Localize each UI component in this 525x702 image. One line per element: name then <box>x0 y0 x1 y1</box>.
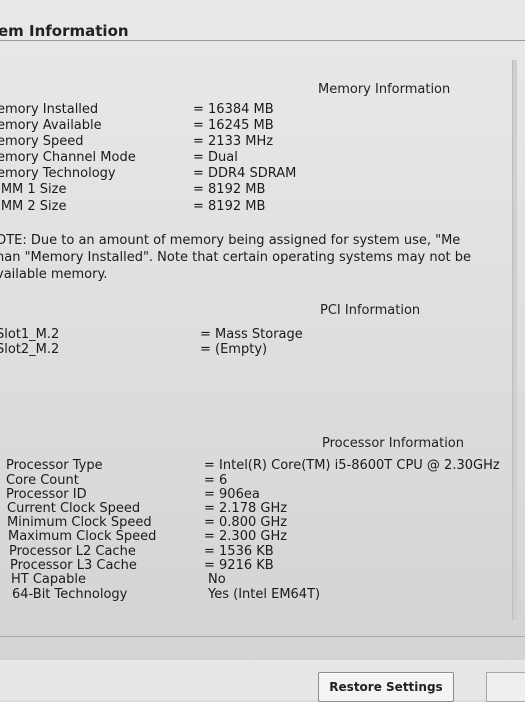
bios-screen: em Information Memory Information emory … <box>0 0 525 702</box>
processor-id-value: = 906ea <box>204 487 260 502</box>
pci-information-header: PCI Information <box>320 303 421 318</box>
vertical-scrollbar[interactable] <box>512 60 517 620</box>
maximum-clock-speed-value: = 2.300 GHz <box>204 529 288 544</box>
maximum-clock-speed-label: Maximum Clock Speed <box>8 529 157 544</box>
64bit-technology-value: Yes (Intel EM64T) <box>208 587 321 602</box>
core-count-label: Core Count <box>6 473 79 488</box>
l2-cache-label: Processor L2 Cache <box>9 544 136 559</box>
memory-technology-value: = DDR4 SDRAM <box>193 166 297 181</box>
ht-capable-value: No <box>208 572 226 587</box>
l3-cache-value: = 9216 KB <box>204 558 274 573</box>
restore-settings-button[interactable]: Restore Settings <box>318 672 454 702</box>
memory-note: OTE: Due to an amount of memory being as… <box>0 232 525 283</box>
dimm2-size-value: = 8192 MB <box>193 199 266 214</box>
memory-note-line: vailable memory. <box>0 267 108 282</box>
memory-note-line: han "Memory Installed". Note that certai… <box>0 250 472 265</box>
slot2-value: = (Empty) <box>200 342 268 357</box>
l3-cache-label: Processor L3 Cache <box>10 558 137 573</box>
title-divider <box>0 40 525 41</box>
memory-available-label: emory Available <box>0 118 102 133</box>
dimm1-size-label: IMM 1 Size <box>0 182 67 197</box>
processor-type-label: Processor Type <box>6 458 103 473</box>
processor-id-label: Processor ID <box>6 487 87 502</box>
64bit-technology-label: 64-Bit Technology <box>12 587 128 602</box>
ht-capable-label: HT Capable <box>11 572 86 587</box>
slot1-value: = Mass Storage <box>200 327 303 342</box>
minimum-clock-speed-value: = 0.800 GHz <box>204 515 288 530</box>
l2-cache-value: = 1536 KB <box>204 544 274 559</box>
section-title: em Information <box>0 22 129 40</box>
current-clock-speed-value: = 2.178 GHz <box>204 501 288 516</box>
memory-channel-mode-label: emory Channel Mode <box>0 150 136 165</box>
memory-speed-value: = 2133 MHz <box>193 134 274 149</box>
memory-installed-label: emory Installed <box>0 102 99 117</box>
memory-note-line: OTE: Due to an amount of memory being as… <box>0 233 461 248</box>
dimm1-size-value: = 8192 MB <box>193 182 266 197</box>
next-button-edge[interactable] <box>486 672 525 702</box>
minimum-clock-speed-label: Minimum Clock Speed <box>7 515 152 530</box>
processor-information-header: Processor Information <box>322 436 464 451</box>
memory-available-value: = 16245 MB <box>193 118 274 133</box>
memory-information-header: Memory Information <box>318 82 451 97</box>
memory-channel-mode-value: = Dual <box>193 150 238 165</box>
slot1-label: Slot1_M.2 <box>0 327 60 342</box>
processor-type-value: = Intel(R) Core(TM) i5-8600T CPU @ 2.30G… <box>204 458 500 473</box>
memory-technology-label: emory Technology <box>0 166 116 181</box>
current-clock-speed-label: Current Clock Speed <box>7 501 141 516</box>
core-count-value: = 6 <box>204 473 228 488</box>
slot2-label: Slot2_M.2 <box>0 342 60 357</box>
memory-installed-value: = 16384 MB <box>193 102 274 117</box>
dimm2-size-label: IMM 2 Size <box>0 199 67 214</box>
memory-speed-label: emory Speed <box>0 134 84 149</box>
